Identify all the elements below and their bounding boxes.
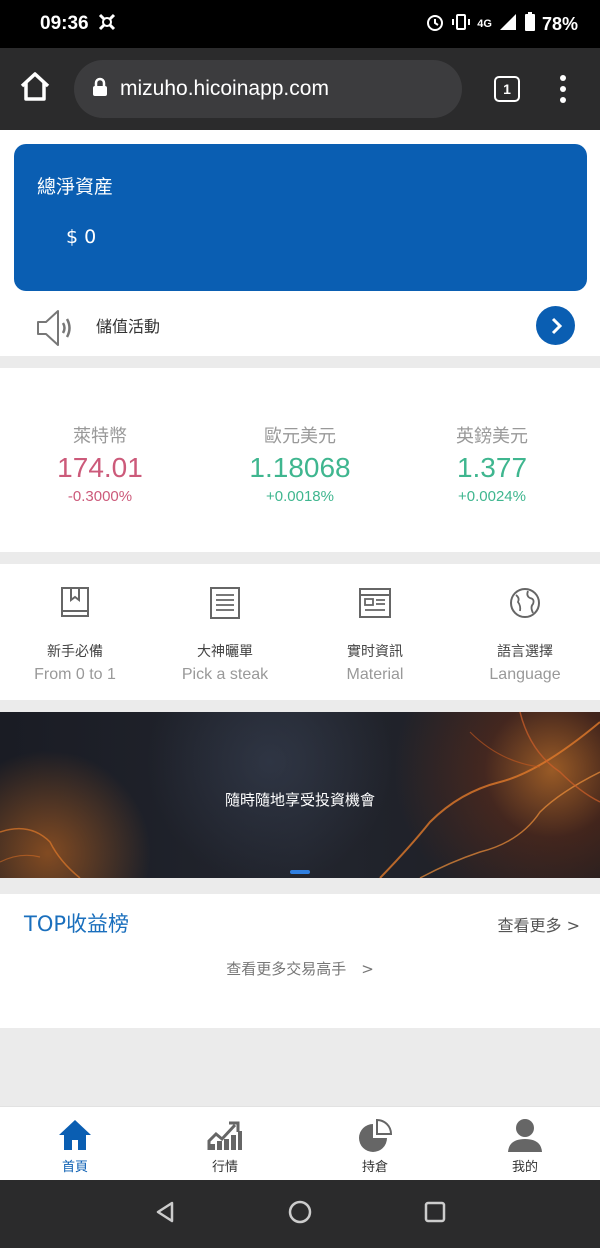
browser-menu-button[interactable] [560, 75, 566, 103]
menu-live-news[interactable]: 實时資訊 Material [300, 564, 450, 700]
speaker-icon [34, 306, 78, 354]
menu-expert-trades[interactable]: 大神曬單 Pick a steak [150, 564, 300, 700]
system-navigation-bar [0, 1180, 600, 1248]
top-earnings-title: TOP收益榜 [24, 912, 130, 936]
home-nav-button[interactable] [287, 1199, 313, 1229]
tab-label: 行情 [211, 1160, 238, 1175]
menu-label-en: Material [346, 666, 404, 683]
carousel-indicator[interactable] [290, 870, 310, 874]
see-more-link[interactable]: 查看更多 > [498, 912, 581, 936]
url-text: mizuho.hicoinapp.com [120, 77, 329, 100]
status-bar: 09:36 4G 78% [0, 0, 600, 48]
deposit-promo-label: 儲值活動 [96, 317, 161, 336]
alarm-icon [425, 12, 445, 36]
quote-change: -0.3000% [67, 488, 133, 505]
quote-change: +0.0018% [266, 488, 334, 505]
tab-label: 首頁 [61, 1160, 88, 1175]
user-icon [450, 1117, 600, 1153]
pie-chart-icon [300, 1117, 450, 1153]
news-icon [300, 586, 450, 624]
quote-price: 1.377 [456, 452, 528, 483]
see-more-traders-link[interactable]: 查看更多交易高手 > [0, 958, 600, 979]
menu-label-cn: 語言選擇 [497, 644, 553, 660]
menu-label-cn: 大神曬單 [197, 644, 253, 660]
quote-price: 1.18068 [249, 452, 351, 483]
menu-label-en: Language [489, 666, 561, 683]
quote-name: 歐元美元 [264, 426, 336, 447]
quote-name: 萊特幣 [73, 426, 127, 447]
app-notification-icon [97, 12, 117, 36]
globe-icon [450, 586, 600, 624]
asset-title: 總淨資産 [37, 176, 114, 198]
quotes-section: 萊特幣 174.01 -0.3000% 歐元美元 1.18068 +0.0018… [0, 368, 600, 552]
book-icon [0, 586, 150, 624]
quote-change: +0.0024% [458, 488, 526, 505]
vibrate-icon [451, 12, 471, 36]
tab-switcher-button[interactable]: 1 [494, 76, 520, 102]
menu-label-en: From 0 to 1 [34, 666, 116, 683]
home-icon [0, 1117, 150, 1153]
chevron-right-icon[interactable] [536, 306, 575, 345]
quote-name: 英鎊美元 [456, 426, 528, 447]
status-time: 09:36 [40, 13, 89, 34]
tab-holdings[interactable]: 持倉 [300, 1107, 450, 1180]
back-button[interactable] [153, 1200, 177, 1228]
quote-item[interactable]: 歐元美元 1.18068 +0.0018% [200, 422, 400, 505]
tab-label: 我的 [511, 1160, 538, 1175]
menu-label-cn: 新手必備 [47, 644, 103, 660]
home-button[interactable] [16, 68, 54, 110]
quote-item[interactable]: 英鎊美元 1.377 +0.0024% [392, 422, 592, 505]
market-chart-icon [150, 1117, 300, 1153]
net-asset-card: 總淨資産 $ 0 [14, 144, 587, 291]
browser-toolbar: mizuho.hicoinapp.com 1 [0, 48, 600, 130]
deposit-promo-row[interactable]: 儲值活動 [0, 300, 600, 356]
address-bar[interactable]: mizuho.hicoinapp.com [74, 60, 462, 118]
banner-text: 隨時隨地享受投資機會 [224, 791, 375, 809]
asset-value: $ 0 [66, 226, 97, 248]
quote-price: 174.01 [57, 452, 143, 483]
tab-market[interactable]: 行情 [150, 1107, 300, 1180]
menu-label-en: Pick a steak [181, 666, 269, 683]
menu-label-cn: 實时資訊 [347, 644, 403, 660]
lock-icon [92, 77, 108, 101]
feature-menu: 新手必備 From 0 to 1 大神曬單 Pick a steak 實时資訊 … [0, 564, 600, 700]
battery-icon [524, 12, 536, 36]
asset-section: 總淨資産 $ 0 儲值活動 [0, 130, 600, 356]
signal-icon [498, 12, 518, 36]
menu-beginner-guide[interactable]: 新手必備 From 0 to 1 [0, 564, 150, 700]
top-earnings-section: TOP收益榜 查看更多 > 查看更多交易高手 > [0, 894, 600, 1028]
quote-item[interactable]: 萊特幣 174.01 -0.3000% [0, 422, 200, 505]
battery-level: 78% [541, 13, 578, 34]
tab-label: 持倉 [361, 1160, 388, 1175]
bottom-tab-bar: 首頁 行情 持倉 我的 [0, 1106, 600, 1180]
network-type: 4G [477, 18, 492, 30]
list-icon [150, 586, 300, 624]
tab-profile[interactable]: 我的 [450, 1107, 600, 1180]
recents-button[interactable] [423, 1200, 447, 1228]
promo-banner[interactable]: 隨時隨地享受投資機會 [0, 712, 600, 878]
tab-home[interactable]: 首頁 [0, 1107, 150, 1180]
menu-language[interactable]: 語言選擇 Language [450, 564, 600, 700]
